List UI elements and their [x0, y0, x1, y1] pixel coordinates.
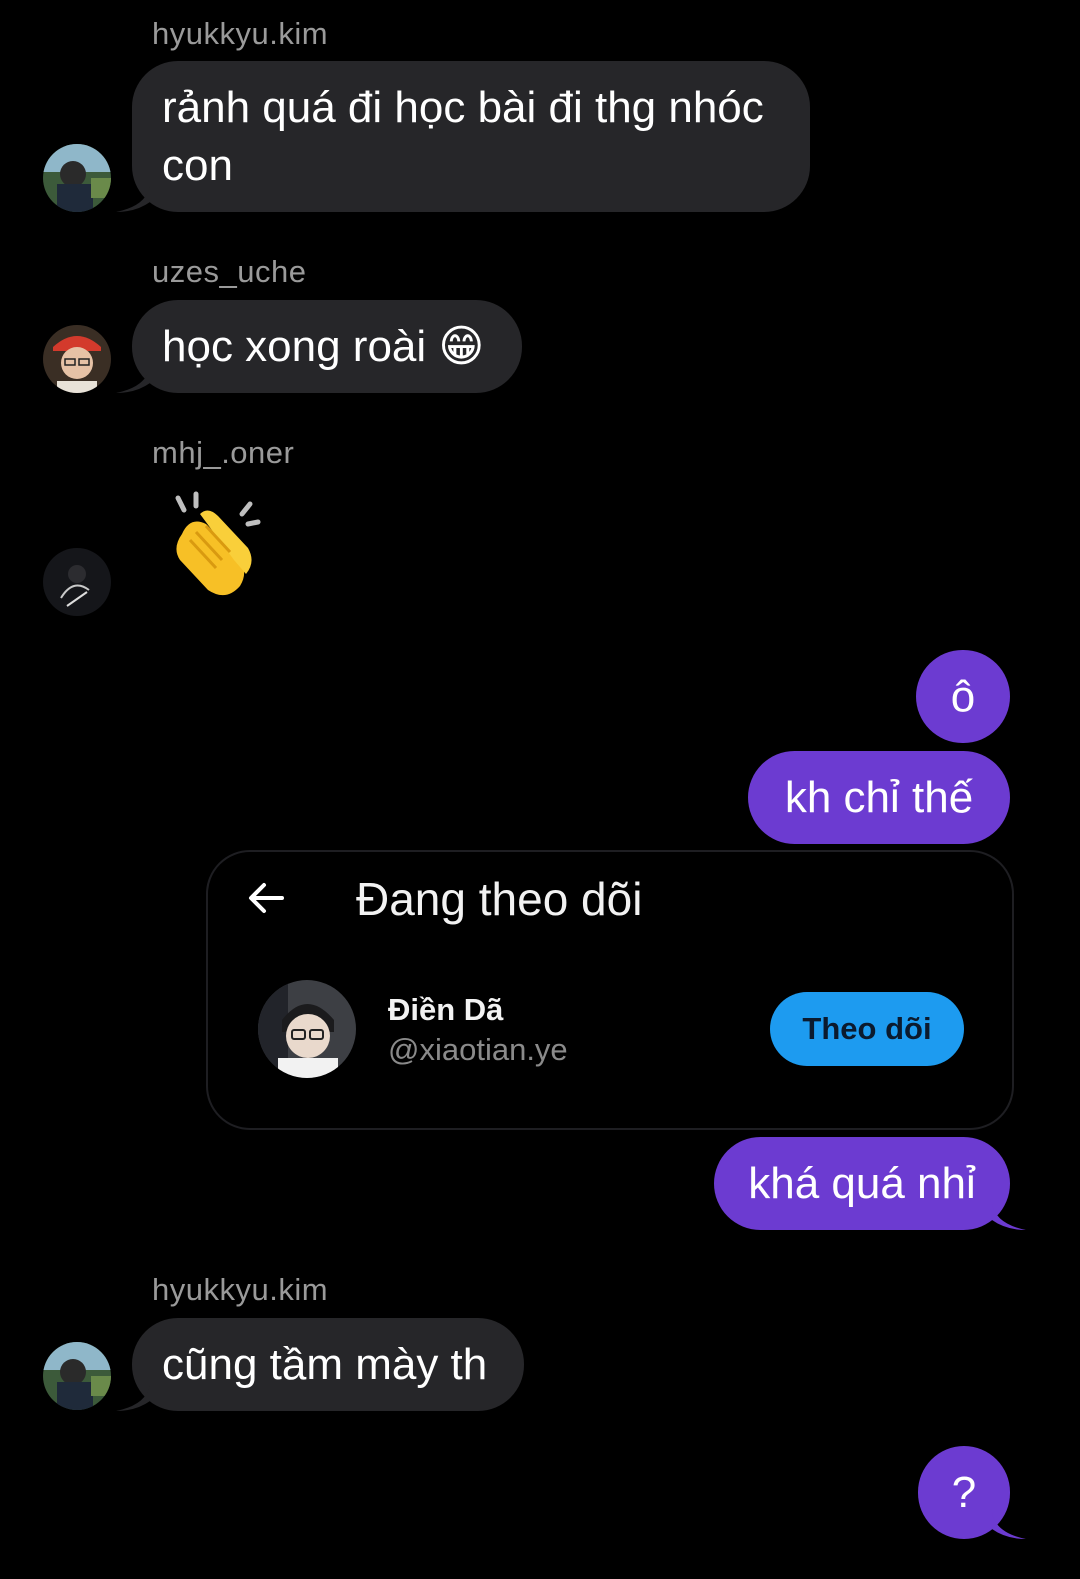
profile-name: Điền Dã	[388, 992, 504, 1027]
message-bubble[interactable]: cũng tầm mày th	[116, 1318, 524, 1411]
bubble-tail	[992, 1204, 1026, 1230]
avatar[interactable]	[43, 144, 111, 212]
back-arrow-icon[interactable]	[246, 878, 286, 918]
clapping-hands-icon[interactable]	[160, 490, 270, 600]
avatar-image	[43, 144, 111, 212]
message-bubble[interactable]: khá quá nhỉ	[714, 1137, 1026, 1230]
profile-avatar[interactable]	[258, 980, 356, 1078]
message-text: rảnh quá đi học bài đi thg nhóc con	[162, 83, 764, 190]
message-text: cũng tầm mày th	[162, 1340, 488, 1389]
profile-avatar-image	[258, 980, 356, 1078]
message-bubble[interactable]: ô	[916, 650, 1010, 743]
message-text: ô	[950, 672, 976, 721]
avatar[interactable]	[43, 548, 111, 616]
avatar[interactable]	[43, 1342, 111, 1410]
message-bubble[interactable]: rảnh quá đi học bài đi thg nhóc con	[116, 61, 810, 212]
follow-button[interactable]: Theo dõi	[770, 992, 964, 1066]
avatar-image	[43, 548, 111, 616]
message-text: ?	[951, 1468, 977, 1517]
avatar-image	[43, 1342, 111, 1410]
bubble-tail	[992, 1513, 1026, 1539]
message-text: học xong roài 😁	[162, 322, 485, 371]
message-text: khá quá nhỉ	[748, 1159, 976, 1208]
bubble-tail	[116, 367, 150, 393]
shared-profile-card[interactable]: Đang theo dõi Điền Dã @xiaotian.ye Theo …	[206, 850, 1014, 1130]
message-bubble[interactable]: kh chỉ thế	[748, 751, 1010, 844]
avatar-image	[43, 325, 111, 393]
message-bubble[interactable]: ?	[918, 1446, 1026, 1539]
sender-name: uzes_uche	[152, 254, 307, 289]
avatar[interactable]	[43, 325, 111, 393]
sender-name: hyukkyu.kim	[152, 1272, 329, 1307]
chat-thread: hyukkyu.kim rảnh quá đi học bài đi thg n…	[0, 0, 1080, 1579]
sender-name: mhj_.oner	[152, 435, 295, 470]
sender-name: hyukkyu.kim	[152, 16, 329, 51]
message-text: kh chỉ thế	[784, 773, 974, 822]
card-title: Đang theo dõi	[356, 873, 643, 925]
message-bubble[interactable]: học xong roài 😁	[116, 300, 522, 393]
profile-handle: @xiaotian.ye	[388, 1032, 568, 1067]
bubble-tail	[116, 186, 150, 212]
bubble-tail	[116, 1385, 150, 1411]
